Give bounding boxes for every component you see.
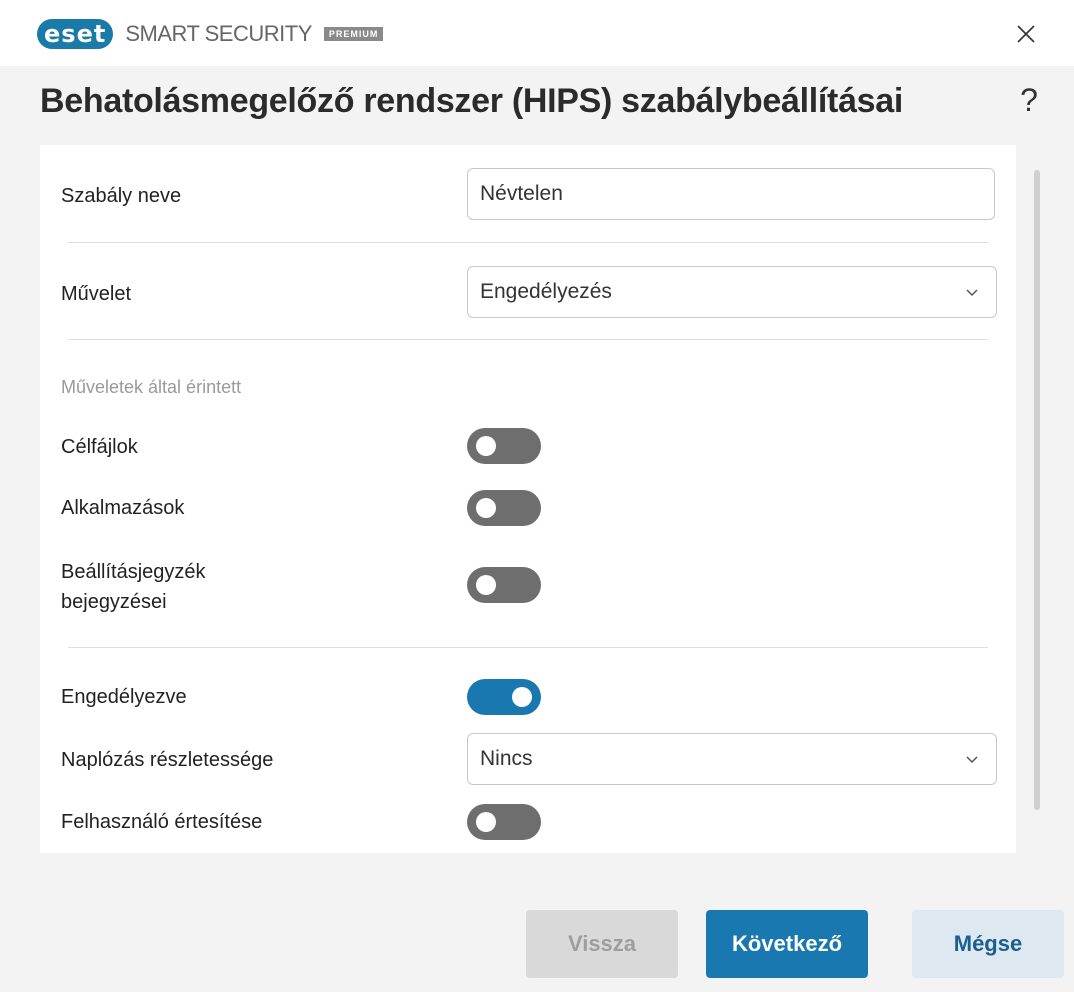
log-level-label: Naplózás részletessége — [61, 749, 274, 771]
notify-user-label: Felhasználó értesítése — [61, 811, 263, 833]
close-icon — [1017, 25, 1035, 43]
toggle-knob — [476, 575, 496, 595]
rule-name-input[interactable]: Névtelen — [467, 168, 995, 220]
divider — [68, 339, 988, 340]
enabled-toggle[interactable] — [467, 679, 541, 715]
enabled-label: Engedélyezve — [61, 686, 187, 708]
registry-label-line1: Beállításjegyzék — [61, 561, 206, 583]
registry-toggle[interactable] — [467, 567, 541, 603]
toggle-knob — [512, 687, 532, 707]
toggle-knob — [476, 812, 496, 832]
divider — [68, 242, 988, 243]
action-select[interactable]: Engedélyezés — [467, 266, 997, 318]
toggle-knob — [476, 498, 496, 518]
cancel-button[interactable]: Mégse — [912, 910, 1064, 978]
chevron-down-icon — [966, 756, 978, 764]
help-icon[interactable]: ? — [1012, 82, 1046, 119]
target-files-toggle[interactable] — [467, 428, 541, 464]
title-bar: eset SMART SECURITY PREMIUM — [0, 0, 1074, 66]
dialog-title: Behatolásmegelőző rendszer (HIPS) szabál… — [40, 82, 904, 120]
log-level-select[interactable]: Nincs — [467, 733, 997, 785]
product-name: SMART SECURITY — [125, 21, 312, 46]
affected-section-label: Műveletek által érintett — [61, 377, 242, 397]
toggle-knob — [476, 436, 496, 456]
scrollbar[interactable] — [1034, 170, 1040, 810]
edition-badge: PREMIUM — [323, 27, 384, 41]
applications-label: Alkalmazások — [61, 497, 185, 519]
divider — [68, 647, 988, 648]
back-button[interactable]: Vissza — [526, 910, 678, 978]
close-button[interactable] — [1008, 16, 1044, 52]
next-button[interactable]: Következő — [706, 910, 868, 978]
applications-toggle[interactable] — [467, 490, 541, 526]
eset-logo-mark: eset — [37, 19, 114, 49]
action-select-value: Engedélyezés — [480, 280, 612, 303]
log-level-select-value: Nincs — [480, 747, 533, 770]
chevron-down-icon — [966, 289, 978, 297]
notify-user-toggle[interactable] — [467, 804, 541, 840]
rule-name-label: Szabály neve — [61, 185, 182, 207]
target-files-label: Célfájlok — [61, 436, 138, 458]
registry-label-line2: bejegyzései — [61, 591, 167, 613]
eset-logo: eset SMART SECURITY PREMIUM — [37, 18, 384, 50]
action-label: Művelet — [61, 283, 132, 305]
